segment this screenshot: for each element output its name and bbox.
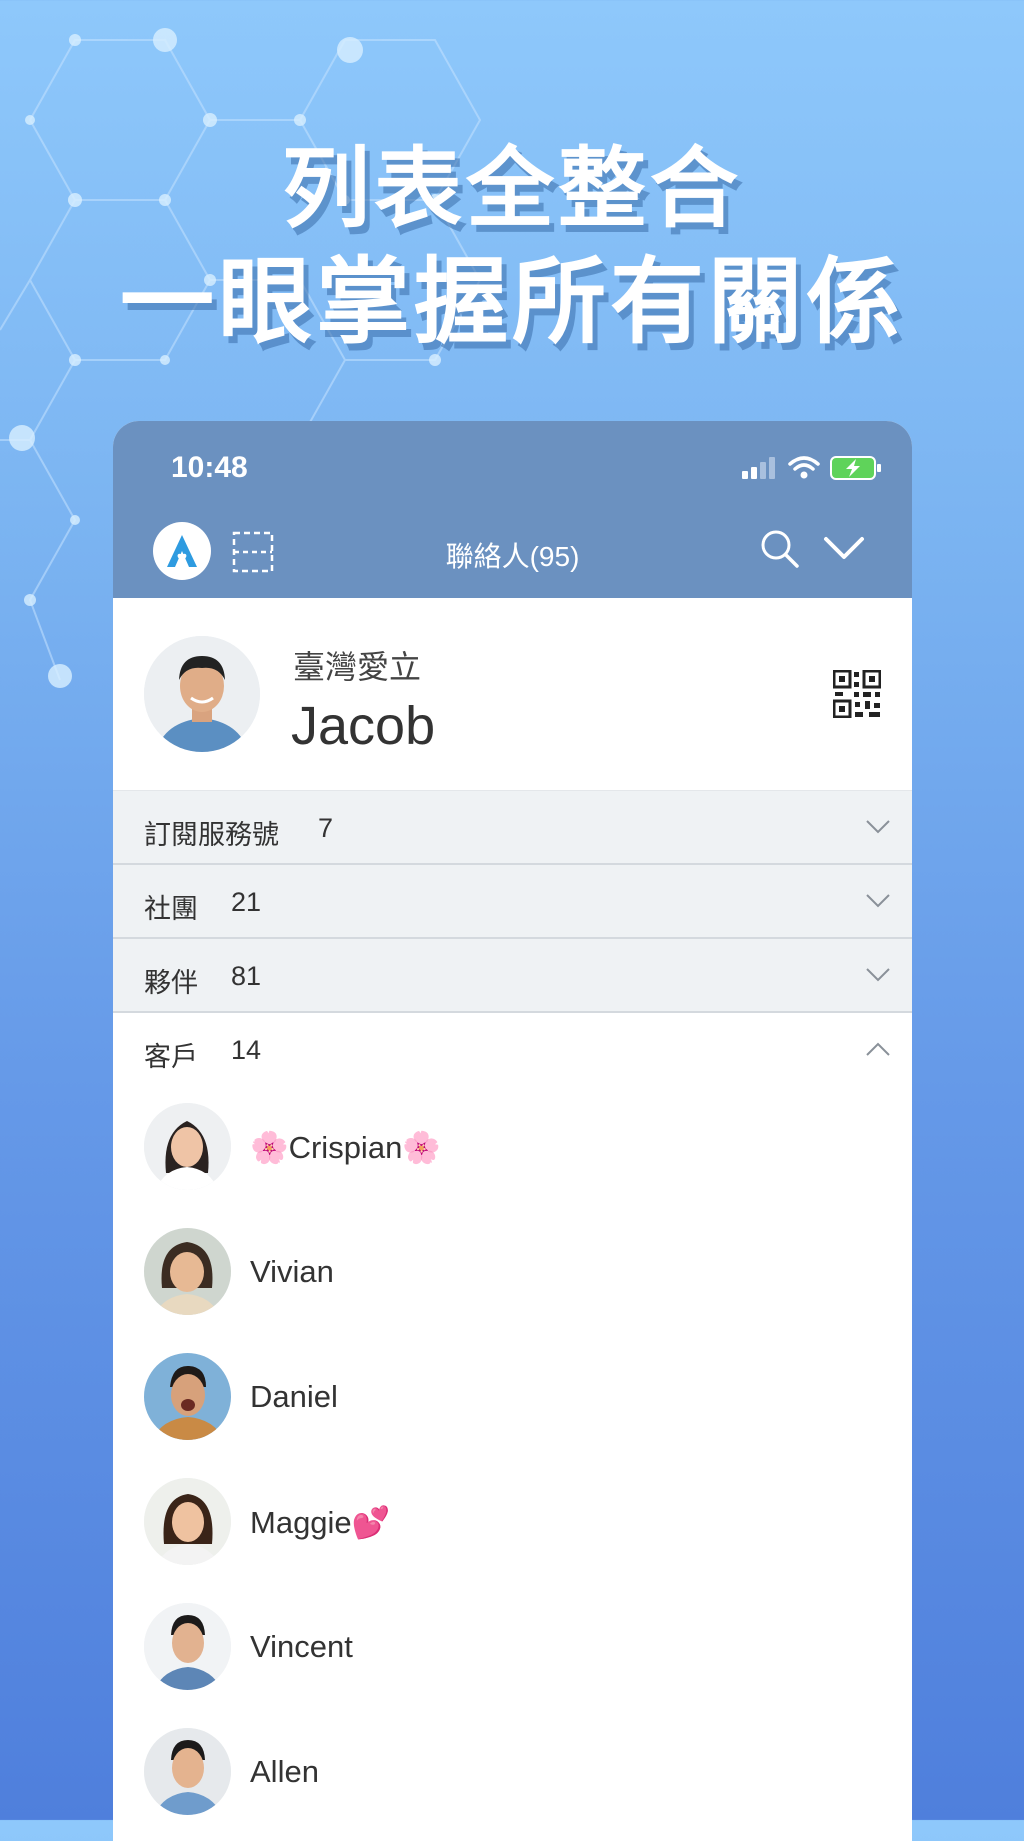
group-label: 訂閱服務號 [144,820,279,850]
chevron-up-icon [866,1042,890,1056]
contact-name: Daniel [250,1379,338,1414]
contact-name: Maggie💕 [250,1505,391,1540]
group-row-partners[interactable]: 夥伴 81 [113,939,912,1013]
my-avatar[interactable] [144,636,260,752]
avatar [144,1353,231,1440]
contact-row[interactable]: Vivian [113,1210,912,1335]
my-company: 臺灣愛立 [293,649,422,685]
status-bar: 10:48 [113,421,912,517]
status-time: 10:48 [171,451,248,484]
group-count: 7 [318,813,334,843]
chevron-down-icon [866,820,890,834]
contact-name: Vincent [250,1629,353,1664]
headline-line-2: 一眼掌握所有關係 [119,248,904,357]
chevron-down-icon[interactable] [823,533,865,563]
contact-row[interactable]: Allen [113,1710,912,1835]
search-icon[interactable] [758,527,802,571]
chevron-down-icon [866,894,890,908]
wifi-icon [788,456,820,479]
avatar [144,1103,231,1190]
contact-row[interactable]: Daniel [113,1335,912,1460]
group-count: 14 [231,1035,262,1065]
group-count: 21 [231,887,262,917]
contact-name: Allen [250,1754,319,1789]
phone-screen: 10:48 聯絡人(95) 臺灣愛立 Jacob 訂閱服務號 7 社團 21 夥… [113,421,912,1841]
contact-name: Vivian [250,1254,334,1289]
app-bar: 聯絡人(95) [113,517,912,598]
group-label: 社團 [144,894,198,924]
contact-row[interactable]: Maggie💕 [113,1460,912,1585]
contact-row[interactable]: 🌸Crispian🌸 [113,1085,912,1210]
chevron-down-icon [866,968,890,982]
contact-row[interactable]: Vincent [113,1585,912,1710]
my-name: Jacob [291,696,436,756]
avatar [144,1478,231,1565]
my-profile-card[interactable]: 臺灣愛立 Jacob [113,598,912,791]
avatar [144,1228,231,1315]
group-label: 夥伴 [144,968,198,998]
group-count: 81 [231,961,262,991]
group-label: 客戶 [144,1042,198,1072]
qr-code-icon[interactable] [833,670,881,718]
contact-list: 🌸Crispian🌸 Vivian Daniel Maggie💕 Vincent… [113,1085,912,1835]
avatar [144,1603,231,1690]
status-icons [742,455,882,481]
group-row-customers[interactable]: 客戶 14 [113,1013,912,1085]
contact-name: 🌸Crispian🌸 [250,1130,441,1165]
avatar [144,1728,231,1815]
battery-charging-icon [830,456,881,480]
signal-icon [742,457,775,479]
group-row-subscriptions[interactable]: 訂閱服務號 7 [113,791,912,865]
group-row-clubs[interactable]: 社團 21 [113,865,912,939]
